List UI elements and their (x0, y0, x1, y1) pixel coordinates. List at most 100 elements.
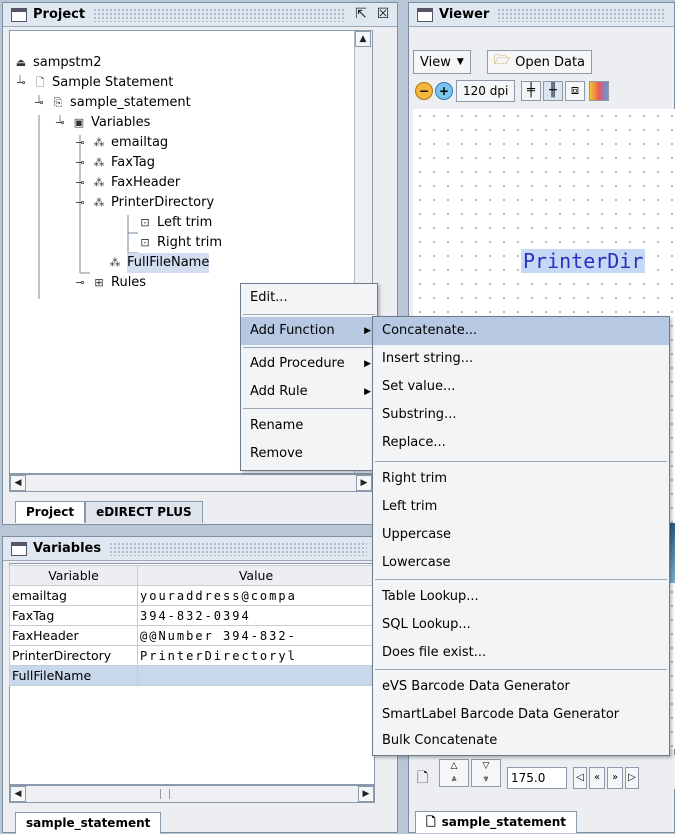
close-icon[interactable]: ☒ (375, 7, 391, 23)
tab-project[interactable]: Project (15, 501, 86, 523)
menu-item-left-trim[interactable]: Left trim (373, 493, 669, 521)
variable-name-cell[interactable]: FaxTag (9, 605, 138, 626)
tree-node-fullfilename[interactable]: ⁂ FullFileName (108, 253, 210, 273)
page-up-button[interactable]: △ ⩓ (439, 759, 469, 787)
variable-name-cell[interactable]: emailtag (9, 585, 138, 606)
project-title: Project (33, 7, 86, 22)
viewer-tabs: 🗋 sample_statement (415, 811, 578, 833)
fit-width-icon[interactable]: ╪ (521, 81, 541, 101)
variable-value-cell[interactable]: 394-832-0394 (137, 605, 375, 626)
fit-page-icon[interactable]: ⧈ (565, 81, 585, 101)
expand-handle-icon[interactable]: ⊸ (73, 176, 87, 190)
tree-horizontal-scrollbar[interactable]: ◀ ▶ (9, 474, 373, 492)
menu-item-bulk-concatenate[interactable]: Bulk Concatenate (373, 727, 669, 755)
menu-item-does-file-exist[interactable]: Does file exist... (373, 639, 669, 667)
menu-item-substring[interactable]: Substring... (373, 401, 669, 429)
fit-height-icon[interactable]: ╫ (543, 81, 563, 101)
table-row[interactable]: PrinterDirectory PrinterDirectoryl (9, 645, 375, 666)
variable-value-cell[interactable]: PrinterDirectoryl (137, 645, 375, 666)
open-data-button[interactable]: 🗁 Open Data (487, 50, 593, 74)
column-header-variable[interactable]: Variable (9, 565, 138, 586)
tree-node-sample-statement[interactable]: ⊸ ⎘ sample_statement (32, 93, 190, 113)
view-menu-button[interactable]: View ▼ (413, 50, 471, 74)
function-icon: ⊡ (140, 236, 150, 249)
variable-value-cell[interactable] (137, 665, 375, 686)
document-icon: 🗋 (426, 815, 436, 829)
tree-node-printerdirectory[interactable]: ⊸ ⁂ PrinterDirectory (73, 193, 214, 213)
variable-value-cell[interactable]: youraddress@compa (137, 585, 375, 606)
menu-item-remove[interactable]: Remove (241, 440, 377, 468)
menu-item-add-rule[interactable]: Add Rule ▶ (241, 378, 377, 406)
table-row[interactable]: emailtag youraddress@compa (9, 585, 375, 606)
menu-item-sql-lookup[interactable]: SQL Lookup... (373, 611, 669, 639)
menu-item-replace[interactable]: Replace... (373, 429, 669, 457)
expand-handle-icon[interactable]: ⊸ (73, 196, 87, 210)
scroll-left-icon[interactable]: ◀ (10, 786, 26, 802)
variables-horizontal-scrollbar[interactable]: ◀ ▶ (9, 785, 375, 803)
expand-handle-icon[interactable]: ⊸ (32, 96, 46, 110)
chevron-down-icon: ▼ (456, 57, 464, 67)
tree-node-statement[interactable]: ⊸ 🗋 Sample Statement (14, 73, 173, 93)
tree-node-variables[interactable]: ⊸ ▣ Variables (53, 113, 150, 133)
variable-name-cell[interactable]: FaxHeader (9, 625, 138, 646)
viewer-titlebar: Viewer (409, 3, 674, 27)
last-page-icon[interactable]: ▷ (625, 767, 639, 789)
menu-item-smartlabel-barcode[interactable]: SmartLabel Barcode Data Generator (373, 701, 669, 729)
tab-sample-statement[interactable]: sample_statement (15, 812, 162, 834)
previous-page-icon[interactable]: « (589, 767, 605, 789)
tree-label: Left trim (157, 215, 213, 230)
next-page-icon[interactable]: » (607, 767, 623, 789)
menu-item-right-trim[interactable]: Right trim (373, 465, 669, 493)
tree-node-lefttrim[interactable]: ⊡ Left trim (138, 213, 212, 233)
expand-handle-icon[interactable]: ⊸ (73, 136, 87, 150)
table-row-selected[interactable]: FullFileName (9, 665, 375, 686)
variables-panel: Variables ⇱ Variable Value emailtag your… (2, 536, 398, 834)
tree-label: PrinterDirectory (111, 195, 215, 210)
menu-item-evs-barcode[interactable]: eVS Barcode Data Generator (373, 673, 669, 701)
column-header-value[interactable]: Value (137, 565, 375, 586)
submenu-arrow-icon: ▶ (364, 359, 371, 369)
menu-item-set-value[interactable]: Set value... (373, 373, 669, 401)
scroll-right-icon[interactable]: ▶ (358, 786, 374, 802)
menu-item-uppercase[interactable]: Uppercase (373, 521, 669, 549)
menu-item-concatenate[interactable]: Concatenate... (373, 317, 669, 345)
tree-node-rules[interactable]: ⊸ ⊞ Rules (73, 273, 146, 293)
expand-handle-icon[interactable]: ⊸ (53, 116, 67, 130)
zoom-value-field[interactable]: 175.0 (507, 767, 567, 789)
tree-node-emailtag[interactable]: ⊸ ⁂ emailtag (73, 133, 168, 153)
expand-handle-icon[interactable]: ⊸ (14, 76, 28, 90)
tree-node-faxtag[interactable]: ⊸ ⁂ FaxTag (73, 153, 155, 173)
tree-label: sampstm2 (33, 55, 102, 70)
preview-field-text[interactable]: PrinterDir (521, 249, 646, 273)
menu-item-insert-string[interactable]: Insert string... (373, 345, 669, 373)
table-row[interactable]: FaxHeader @@Number 394-832- (9, 625, 375, 646)
menu-item-rename[interactable]: Rename (241, 412, 377, 440)
variable-name-cell[interactable]: FullFileName (9, 665, 138, 686)
color-palette-icon[interactable] (589, 81, 609, 101)
tab-edirect-plus[interactable]: eDIRECT PLUS (85, 501, 203, 523)
tree-node-root[interactable]: ⏏ sampstm2 (14, 53, 102, 73)
menu-item-add-function[interactable]: Add Function ▶ (241, 317, 377, 345)
scroll-right-icon[interactable]: ▶ (356, 475, 372, 491)
variable-name-cell[interactable]: PrinterDirectory (9, 645, 138, 666)
menu-item-table-lookup[interactable]: Table Lookup... (373, 583, 669, 611)
table-row[interactable]: FaxTag 394-832-0394 (9, 605, 375, 626)
menu-item-edit[interactable]: Edit... (241, 284, 377, 312)
maximize-icon[interactable]: ⇱ (353, 7, 369, 23)
scroll-up-icon[interactable]: ▲ (355, 31, 371, 47)
dpi-field[interactable]: 120 dpi (456, 80, 516, 102)
menu-item-add-procedure[interactable]: Add Procedure ▶ (241, 350, 377, 378)
expand-handle-icon[interactable]: ⊸ (73, 276, 87, 290)
scroll-grip[interactable] (160, 789, 170, 799)
variable-value-cell[interactable]: @@Number 394-832- (137, 625, 375, 646)
first-page-icon[interactable]: ◁ (573, 767, 587, 789)
tab-viewer-sample-statement[interactable]: 🗋 sample_statement (415, 811, 578, 833)
page-down-button[interactable]: ▽ ⩔ (471, 759, 501, 787)
tree-node-righttrim[interactable]: ⊡ Right trim (138, 233, 222, 253)
scroll-left-icon[interactable]: ◀ (10, 475, 26, 491)
zoom-in-icon[interactable]: + (435, 82, 453, 100)
menu-item-lowercase[interactable]: Lowercase (373, 549, 669, 577)
expand-handle-icon[interactable]: ⊸ (73, 156, 87, 170)
tree-node-faxheader[interactable]: ⊸ ⁂ FaxHeader (73, 173, 180, 193)
zoom-out-icon[interactable]: − (415, 82, 433, 100)
